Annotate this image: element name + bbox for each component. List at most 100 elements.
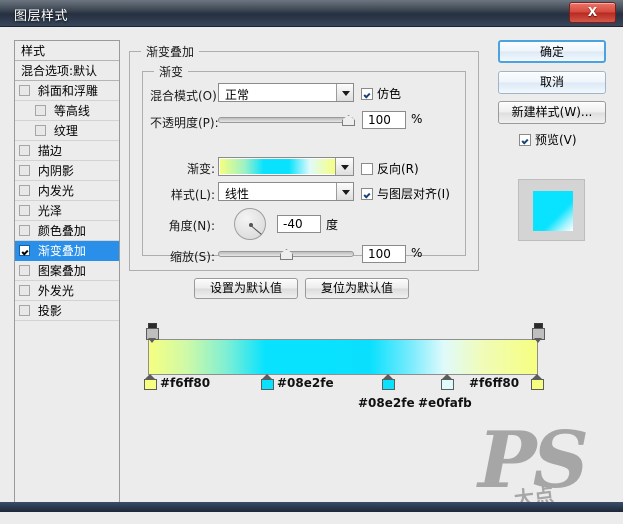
- gradient-color-stop[interactable]: [531, 374, 544, 390]
- chevron-down-icon[interactable]: [336, 84, 353, 101]
- drop-shadow-checkbox[interactable]: [19, 305, 30, 316]
- sidebar-item-pattern-overlay[interactable]: 图案叠加: [15, 261, 119, 281]
- reverse-checkbox[interactable]: 反向(R): [361, 160, 419, 177]
- angle-dial[interactable]: [234, 208, 266, 240]
- taskbar-sliver: [0, 502, 623, 512]
- sidebar-item-label: 纹理: [54, 124, 78, 138]
- scale-value: 100: [368, 247, 391, 261]
- sidebar-item-stroke[interactable]: 描边: [15, 141, 119, 161]
- scale-input[interactable]: 100: [362, 245, 406, 263]
- window-title: 图层样式: [14, 5, 68, 24]
- scale-unit: %: [411, 246, 422, 260]
- sidebar-item-label: 图案叠加: [38, 264, 86, 278]
- close-button[interactable]: X: [569, 2, 616, 23]
- reset-to-default-button[interactable]: 复位为默认值: [305, 278, 409, 299]
- opacity-label: 不透明度(P):: [150, 114, 215, 131]
- preview-checkbox-box[interactable]: [519, 134, 531, 146]
- title-bar-sheen: [0, 0, 623, 13]
- sidebar-item-satin[interactable]: 光泽: [15, 201, 119, 221]
- opacity-slider[interactable]: [218, 113, 354, 127]
- color-stop-swatch[interactable]: [144, 379, 157, 390]
- color-stop-swatch[interactable]: [382, 379, 395, 390]
- sidebar-item-texture[interactable]: 纹理: [15, 121, 119, 141]
- align-with-layer-checkbox[interactable]: 与图层对齐(I): [361, 185, 450, 202]
- color-overlay-checkbox[interactable]: [19, 225, 30, 236]
- gradient-color-stop[interactable]: [441, 374, 454, 390]
- gradient-color-stop[interactable]: [382, 374, 395, 390]
- gradient-opacity-stop[interactable]: [532, 323, 545, 340]
- gradient-opacity-stop[interactable]: [146, 323, 159, 340]
- angle-dial-hub: [249, 223, 253, 227]
- outer-glow-checkbox[interactable]: [19, 285, 30, 296]
- sidebar-item-label: 光泽: [38, 204, 62, 218]
- sidebar-item-label: 斜面和浮雕: [38, 84, 98, 98]
- gradient-editor-strip[interactable]: [148, 339, 538, 375]
- inner-shadow-checkbox[interactable]: [19, 165, 30, 176]
- styles-list[interactable]: 样式 混合选项:默认 斜面和浮雕 等高线 纹理 描边: [14, 40, 120, 510]
- texture-checkbox[interactable]: [35, 125, 46, 136]
- cancel-button[interactable]: 取消: [498, 71, 606, 94]
- pattern-overlay-checkbox[interactable]: [19, 265, 30, 276]
- styles-list-header[interactable]: 样式: [15, 41, 119, 61]
- preview-label: 预览(V): [535, 133, 577, 147]
- sidebar-item-label: 颜色叠加: [38, 224, 86, 238]
- new-style-button[interactable]: 新建样式(W)...: [498, 101, 606, 124]
- contour-checkbox[interactable]: [35, 105, 46, 116]
- sidebar-item-drop-shadow[interactable]: 投影: [15, 301, 119, 321]
- dialog-body: 样式 混合选项:默认 斜面和浮雕 等高线 纹理 描边: [0, 27, 623, 512]
- stroke-checkbox[interactable]: [19, 145, 30, 156]
- opacity-unit: %: [411, 112, 422, 126]
- bevel-emboss-checkbox[interactable]: [19, 85, 30, 96]
- chevron-down-icon[interactable]: [335, 158, 353, 175]
- close-icon: X: [570, 5, 615, 19]
- satin-checkbox[interactable]: [19, 205, 30, 216]
- sidebar-item-bevel-emboss[interactable]: 斜面和浮雕: [15, 81, 119, 101]
- sidebar-item-color-overlay[interactable]: 颜色叠加: [15, 221, 119, 241]
- sidebar-item-blending-options[interactable]: 混合选项:默认: [15, 61, 119, 81]
- ok-button[interactable]: 确定: [498, 40, 606, 63]
- sidebar-item-inner-shadow[interactable]: 内阴影: [15, 161, 119, 181]
- sidebar-item-label: 渐变叠加: [38, 244, 86, 258]
- scale-slider[interactable]: [218, 247, 354, 261]
- dither-checkbox[interactable]: 仿色: [361, 85, 401, 102]
- reverse-checkbox-box[interactable]: [361, 163, 373, 175]
- color-stop-swatch[interactable]: [441, 379, 454, 390]
- preview-checkbox[interactable]: 预览(V): [519, 131, 577, 148]
- set-as-default-button[interactable]: 设置为默认值: [194, 278, 298, 299]
- sidebar-item-label: 描边: [38, 144, 62, 158]
- dither-checkbox-box[interactable]: [361, 88, 373, 100]
- style-select[interactable]: 线性: [218, 182, 354, 201]
- angle-unit: 度: [326, 216, 338, 233]
- color-stop-swatch[interactable]: [261, 379, 274, 390]
- blending-options-label: 混合选项:默认: [21, 64, 97, 78]
- gradient-preview-swatch[interactable]: [220, 159, 335, 174]
- inner-glow-checkbox[interactable]: [19, 185, 30, 196]
- align-with-layer-checkbox-box[interactable]: [361, 188, 373, 200]
- align-with-layer-label: 与图层对齐(I): [377, 187, 450, 201]
- color-stop-swatch[interactable]: [531, 379, 544, 390]
- gradient-overlay-checkbox[interactable]: [19, 245, 30, 256]
- chevron-down-icon[interactable]: [336, 183, 353, 200]
- style-label: 样式(L):: [150, 186, 215, 203]
- angle-input[interactable]: -40: [277, 215, 321, 233]
- sidebar-item-label: 外发光: [38, 284, 74, 298]
- gradient-color-stop[interactable]: [144, 374, 157, 390]
- title-bar[interactable]: 图层样式 X: [0, 0, 623, 27]
- blend-mode-label: 混合模式(O):: [150, 87, 215, 104]
- blend-mode-value: 正常: [225, 86, 249, 103]
- gradient-preset-picker[interactable]: [218, 157, 354, 176]
- color-stop-hex-label: #e0fafb: [418, 396, 472, 410]
- reverse-label: 反向(R): [377, 162, 419, 176]
- sidebar-item-outer-glow[interactable]: 外发光: [15, 281, 119, 301]
- opacity-input[interactable]: 100: [362, 111, 406, 129]
- angle-value: -40: [283, 217, 303, 231]
- sidebar-item-contour[interactable]: 等高线: [15, 101, 119, 121]
- gradient-color-stop[interactable]: [261, 374, 274, 390]
- sidebar-item-gradient-overlay[interactable]: 渐变叠加: [15, 241, 119, 261]
- gradient-label: 渐变:: [150, 160, 215, 177]
- sidebar-item-inner-glow[interactable]: 内发光: [15, 181, 119, 201]
- styles-list-header-label: 样式: [21, 44, 45, 58]
- sidebar-item-label: 投影: [38, 304, 62, 318]
- color-stop-hex-label: #f6ff80: [469, 376, 519, 390]
- blend-mode-select[interactable]: 正常: [218, 83, 354, 102]
